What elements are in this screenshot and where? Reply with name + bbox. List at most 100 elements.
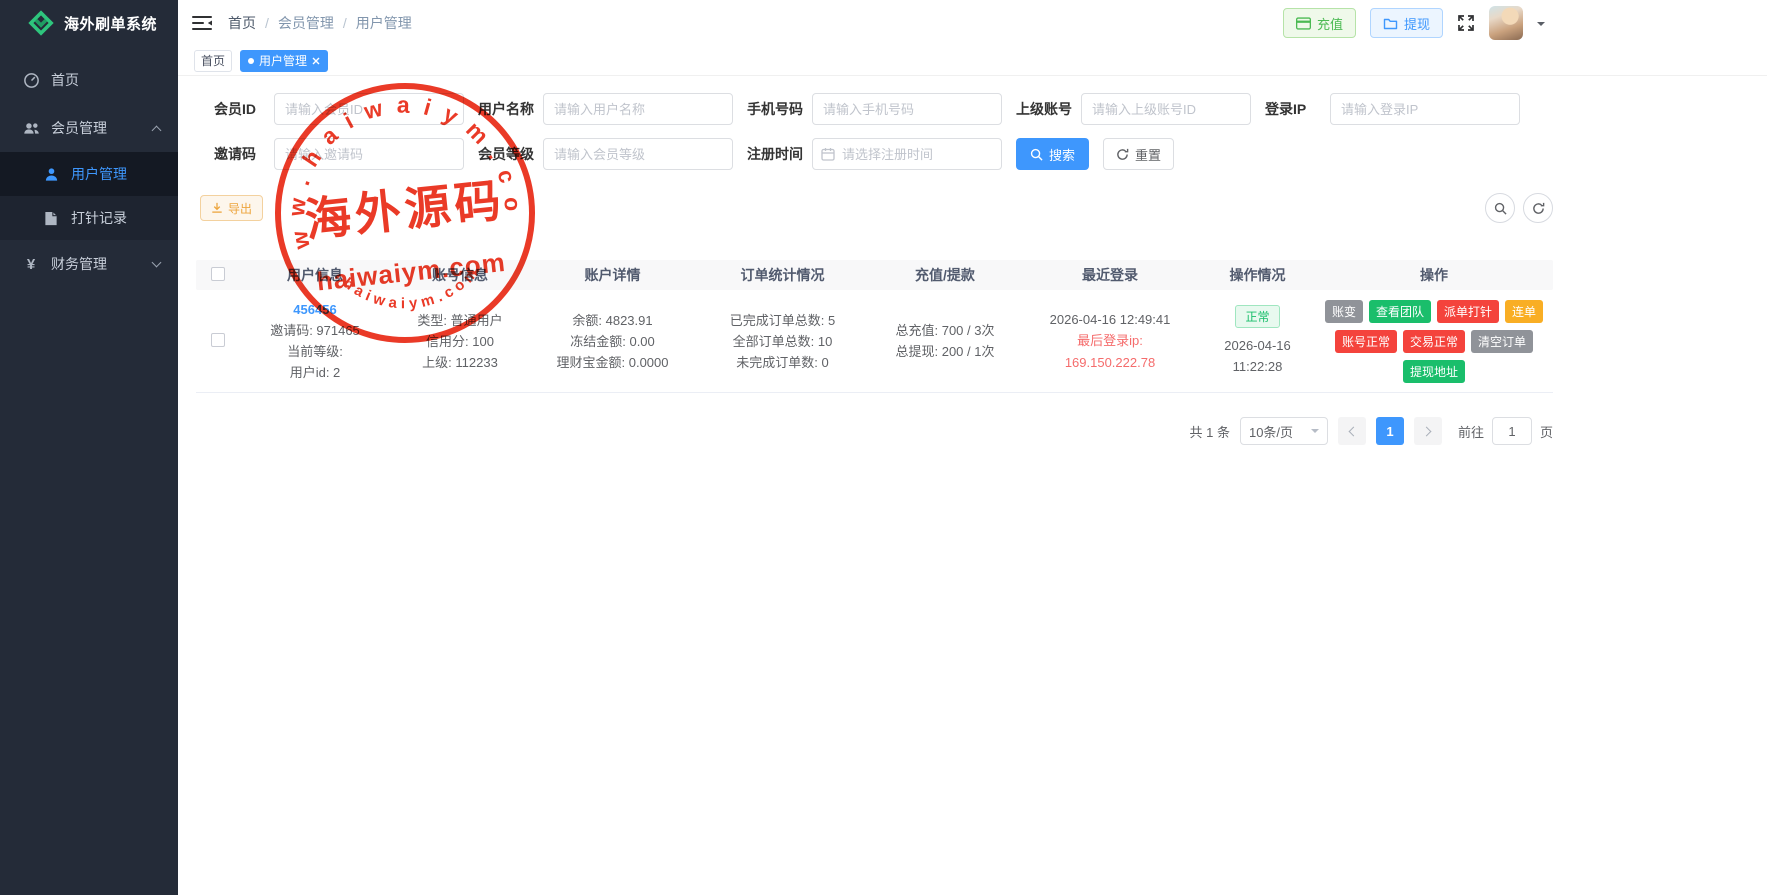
filter-member-level: 会员等级 [478,138,733,170]
last-login-ip-label: 最后登录ip: [1020,330,1200,352]
app-root: 海外刷单系统 首页 会员管理 [0,0,1767,895]
action-trade-status-button[interactable]: 交易正常 [1403,330,1465,353]
avatar[interactable] [1489,6,1523,40]
logo[interactable]: 海外刷单系统 [0,0,178,46]
filter-phone: 手机号码 [747,93,1002,125]
breadcrumb-user-management[interactable]: 用户管理 [334,13,412,33]
withdraw-label: 提现 [1404,14,1430,33]
cell-account-info: 类型: 普通用户 信用分: 100 上级: 112233 [390,310,530,373]
pagination-total: 共 1 条 [1190,422,1230,441]
user-name-input[interactable] [543,93,733,125]
filter-label: 会员ID [214,99,265,119]
calendar-icon [821,147,835,164]
card-icon [1296,17,1311,30]
col-header-order-stats: 订单统计情况 [695,265,870,285]
current-level-text: 当前等级: [240,341,390,362]
prev-page-button[interactable] [1338,417,1366,445]
goto-page-input[interactable] [1492,417,1532,445]
table-header-row: 用户信息 账号信息 账户详情 订单统计情况 充值/提款 最近登录 操作情况 操作 [196,260,1553,290]
filter-user-name: 用户名称 [478,93,733,125]
credit-score-text: 信用分: 100 [390,331,530,352]
sidebar-item-label: 打针记录 [71,208,127,228]
filter-row-1: 会员ID 用户名称 手机号码 上级账号 登录IP [214,93,1553,125]
document-icon [42,211,60,226]
row-checkbox[interactable] [211,333,225,347]
filter-panel: 会员ID 用户名称 手机号码 上级账号 登录IP [178,76,1767,183]
download-icon [211,202,223,214]
fullscreen-icon[interactable] [1457,14,1475,32]
action-dispatch-order-button[interactable]: 派单打针 [1437,300,1499,323]
recharge-label: 充值 [1317,14,1343,33]
chevron-up-icon [152,125,162,135]
recharge-button[interactable]: 充值 [1283,8,1356,38]
action-chain-order-button[interactable]: 连单 [1505,300,1543,323]
action-clear-orders-button[interactable]: 清空订单 [1471,330,1533,353]
phone-input[interactable] [812,93,1002,125]
reset-button[interactable]: 重置 [1103,138,1174,170]
parent-account-input[interactable] [1081,93,1251,125]
action-account-status-button[interactable]: 账号正常 [1335,330,1397,353]
logo-icon [28,10,54,36]
export-button-label: 导出 [228,200,252,217]
menu-fold-icon[interactable] [192,15,212,31]
total-withdraw-text: 总提现: 200 / 1次 [870,341,1020,362]
search-button[interactable]: 搜索 [1016,138,1089,170]
users-icon [22,121,40,136]
invite-code-input[interactable] [274,138,464,170]
action-account-change-button[interactable]: 账变 [1325,300,1363,323]
next-page-button[interactable] [1414,417,1442,445]
tab-label: 用户管理 [259,52,307,69]
filter-invite-code: 邀请码 [214,138,464,170]
cell-operation-status: 正常 2026-04-16 11:22:28 [1200,305,1315,377]
export-button[interactable]: 导出 [200,195,263,221]
register-time-input[interactable] [812,138,1002,170]
user-id-link[interactable]: 456456 [293,302,336,317]
member-id-input[interactable] [274,93,464,125]
col-header-account-info: 账号信息 [390,265,530,285]
table-search-icon[interactable] [1485,193,1515,223]
close-icon[interactable] [312,57,320,65]
sidebar-item-home[interactable]: 首页 [0,56,178,104]
sidebar-item-finance[interactable]: ¥ 财务管理 [0,240,178,288]
col-header-user-info: 用户信息 [240,265,390,285]
register-time-picker[interactable] [812,138,1002,170]
current-page[interactable]: 1 [1376,417,1404,445]
member-level-input[interactable] [543,138,733,170]
cell-last-login: 2026-04-16 12:49:41 最后登录ip: 169.150.222.… [1020,309,1200,374]
filter-label: 上级账号 [1016,99,1072,119]
breadcrumb-members[interactable]: 会员管理 [256,13,334,33]
frozen-amount-text: 冻结金额: 0.00 [530,331,695,352]
sidebar: 海外刷单系统 首页 会员管理 [0,0,178,895]
filter-label: 会员等级 [478,144,534,164]
balance-text: 余额: 4823.91 [530,310,695,331]
total-recharge-text: 总充值: 700 / 3次 [870,320,1020,341]
breadcrumb-home[interactable]: 首页 [228,13,256,33]
goto-page: 前往 页 [1458,417,1553,445]
account-type-text: 类型: 普通用户 [390,310,530,331]
col-header-account-detail: 账户详情 [530,265,695,285]
filter-label: 邀请码 [214,144,265,164]
page-size-select[interactable]: 10条/页 [1240,417,1328,445]
withdraw-button[interactable]: 提现 [1370,8,1443,38]
tab-home[interactable]: 首页 [194,50,232,72]
login-ip-input[interactable] [1330,93,1520,125]
sidebar-item-injection-records[interactable]: 打针记录 [0,196,178,240]
pagination: 共 1 条 10条/页 1 前往 页 [196,417,1553,445]
cell-recharge-withdraw: 总充值: 700 / 3次 总提现: 200 / 1次 [870,320,1020,362]
filter-label: 登录IP [1265,99,1321,119]
tab-user-management[interactable]: 用户管理 [240,50,328,72]
action-withdraw-address-button[interactable]: 提现地址 [1403,360,1465,383]
action-view-team-button[interactable]: 查看团队 [1369,300,1431,323]
status-tag: 正常 [1235,305,1279,328]
person-icon [42,167,60,182]
table-refresh-icon[interactable] [1523,193,1553,223]
tabs-bar: 首页 用户管理 [178,46,1767,76]
search-icon [1030,148,1043,161]
sidebar-item-user-management[interactable]: 用户管理 [0,152,178,196]
goto-label: 前往 [1458,422,1484,441]
caret-down-icon[interactable] [1537,22,1545,30]
col-header-actions: 操作 [1315,265,1553,285]
select-all-checkbox[interactable] [211,267,225,281]
sidebar-item-members[interactable]: 会员管理 [0,104,178,152]
active-dot [248,58,254,64]
